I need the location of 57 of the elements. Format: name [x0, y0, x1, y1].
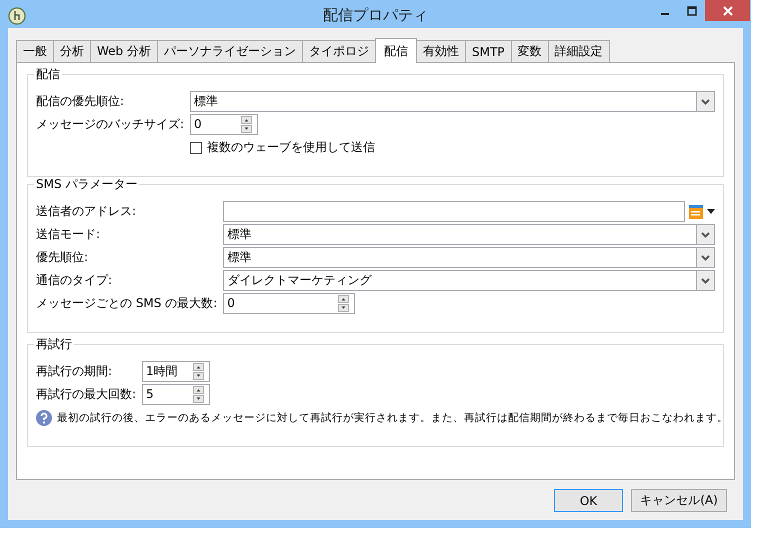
field-label: 再試行の期間:	[36, 363, 114, 380]
field-label: 優先順位:	[36, 249, 90, 266]
tab[interactable]: 有効性	[416, 40, 466, 62]
ok-button[interactable]: OK	[554, 489, 623, 512]
close-icon	[722, 6, 732, 16]
group-title: 再試行	[34, 337, 74, 352]
tab[interactable]: 詳細設定	[548, 40, 610, 62]
tab[interactable]: Web 分析	[90, 40, 158, 62]
field-label: 配信の優先順位:	[36, 93, 126, 110]
window-title: 配信プロパティ	[323, 6, 428, 24]
spin-up-icon[interactable]	[241, 116, 252, 124]
tab[interactable]: SMTP	[464, 40, 512, 62]
spin-up-icon[interactable]	[193, 363, 204, 371]
spin-down-icon[interactable]	[241, 125, 252, 133]
tab[interactable]: 一般	[16, 40, 54, 62]
spin-down-icon[interactable]	[338, 304, 350, 312]
checkbox-label[interactable]: 複数のウェーブを使用して送信	[207, 137, 376, 158]
tab[interactable]: 変数	[510, 40, 549, 62]
field-label: 再試行の最大回数:	[36, 386, 136, 403]
chevron-down-icon	[701, 232, 710, 238]
info-text: 最初の試行の後、エラーのあるメッセージに対して再試行が実行されます。また、再試行は配信期間が終わるまで毎日おこなわれます。	[57, 411, 728, 426]
spin-field[interactable]: 0	[190, 114, 258, 135]
caret-icon[interactable]	[707, 209, 715, 214]
field-label: メッセージのバッチサイズ:	[36, 116, 184, 133]
app-icon	[8, 7, 26, 25]
field-label: 送信モード:	[36, 226, 102, 243]
tab[interactable]: 配信	[374, 38, 417, 63]
tab[interactable]: タイポロジ	[302, 40, 376, 62]
chevron-down-icon	[701, 278, 710, 284]
address-book-icon[interactable]	[689, 204, 703, 218]
spin-field[interactable]: 0	[223, 293, 356, 314]
spin-down-icon[interactable]	[193, 372, 204, 380]
tab[interactable]: 分析	[53, 40, 91, 62]
spin-up-icon[interactable]	[338, 295, 350, 303]
maximize-icon	[686, 6, 696, 16]
checkbox[interactable]	[190, 142, 202, 154]
cancel-button[interactable]: キャンセル(A)	[631, 489, 727, 512]
field-label: メッセージごとの SMS の最大数:	[36, 295, 218, 312]
dropdown[interactable]: ダイレクトマーケティング	[223, 270, 715, 291]
spin-field[interactable]: 5	[142, 384, 210, 405]
close-button[interactable]	[705, 0, 750, 21]
group-title: 配信	[34, 67, 62, 82]
group-title: SMS パラメーター	[34, 177, 140, 192]
chevron-down-icon	[701, 254, 710, 260]
spin-down-icon[interactable]	[193, 395, 204, 403]
chevron-down-icon	[701, 98, 710, 104]
field-label: 送信者のアドレス:	[36, 203, 138, 220]
field-label: 通信のタイプ:	[36, 272, 114, 289]
text-field[interactable]	[223, 201, 685, 222]
dropdown[interactable]: 標準	[223, 247, 715, 268]
dropdown[interactable]: 標準	[223, 224, 715, 245]
help-icon	[36, 410, 52, 426]
spin-up-icon[interactable]	[193, 386, 204, 394]
tab[interactable]: パーソナライゼーション	[156, 40, 303, 62]
minimize-icon	[660, 13, 668, 15]
spin-field[interactable]: 1時間	[142, 361, 210, 382]
dropdown[interactable]: 標準	[190, 91, 715, 112]
